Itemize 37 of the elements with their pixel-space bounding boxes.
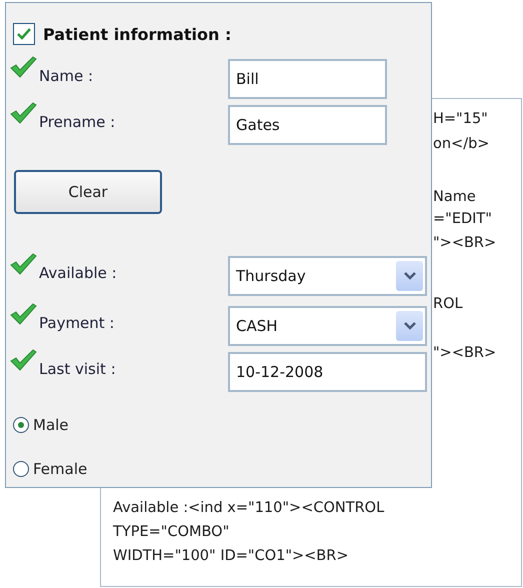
checkmark-icon (9, 55, 37, 79)
checkmark-icon (9, 302, 37, 326)
dropdown-button[interactable] (396, 311, 423, 341)
field-label: Payment : (39, 313, 116, 332)
text-field[interactable]: Gates (228, 105, 387, 145)
check-icon (17, 28, 31, 40)
combo-box[interactable]: Thursday (228, 256, 427, 296)
radio-button[interactable] (13, 461, 29, 477)
clear-button[interactable]: Clear (14, 170, 162, 214)
code-fragment: H="15" (433, 110, 489, 129)
radio-label: Female (33, 460, 88, 478)
checkmark-icon (9, 252, 37, 276)
field-label: Prename : (39, 112, 116, 131)
radio-button[interactable] (13, 417, 29, 433)
checkmark-icon (9, 101, 37, 125)
checkmark-icon (9, 348, 37, 372)
field-label: Last visit : (39, 359, 117, 378)
radio-label: Male (33, 416, 69, 434)
text-field[interactable]: Bill (228, 59, 387, 99)
code-fragment: ="EDIT" (433, 210, 493, 229)
section-title: Patient information : (43, 24, 232, 44)
field-label: Available : (39, 263, 118, 282)
dropdown-button[interactable] (396, 261, 423, 291)
code-fragment: ROL (433, 295, 464, 314)
chevron-down-icon (404, 322, 416, 330)
code-fragment: "><BR> (433, 344, 498, 363)
code-line: Available :<ind x="110"><CONTROL (113, 499, 386, 518)
combo-box[interactable]: CASH (228, 306, 427, 346)
enable-checkbox[interactable] (13, 23, 35, 45)
date-field[interactable]: 10-12-2008 (228, 352, 427, 392)
code-line: WIDTH="100" ID="CO1"><BR> (113, 547, 350, 566)
code-fragment: on</b> (433, 135, 490, 154)
field-label: Name : (39, 66, 94, 85)
code-fragment: Name (433, 188, 477, 207)
code-line: TYPE="COMBO" (113, 523, 230, 542)
code-fragment: "><BR> (433, 234, 498, 253)
chevron-down-icon (404, 272, 416, 280)
